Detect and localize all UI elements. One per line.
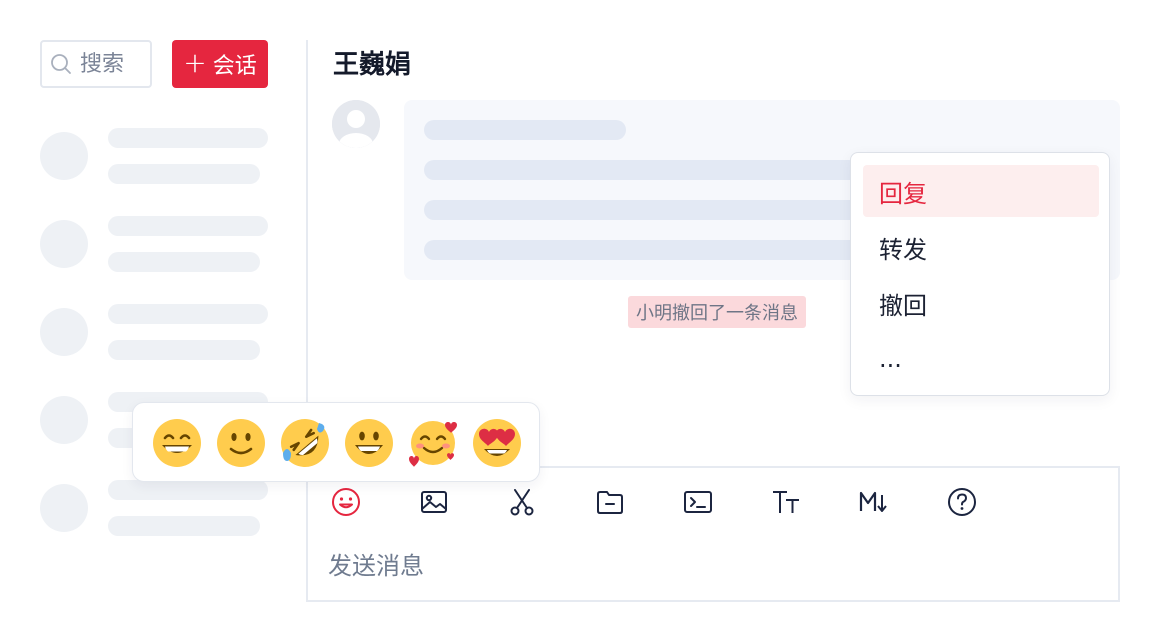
user-avatar-icon [332, 100, 380, 148]
search-icon [51, 54, 71, 74]
markdown-icon [859, 491, 887, 512]
slightly-smiling-face-icon[interactable] [215, 417, 267, 469]
menu-item-recall[interactable]: 撤回 [863, 277, 1099, 329]
image-button[interactable] [416, 484, 452, 520]
skeleton-line [108, 304, 268, 324]
message-context-menu: 回复 转发 撤回 ... [850, 152, 1110, 396]
text-size-icon [773, 491, 799, 513]
avatar[interactable] [332, 100, 380, 148]
grinning-face-with-smiling-eyes-icon[interactable] [151, 417, 203, 469]
search-box[interactable] [40, 40, 152, 88]
smiling-face-with-hearts-icon[interactable] [407, 417, 459, 469]
text-format-button[interactable] [768, 484, 804, 520]
search-input[interactable] [80, 51, 150, 77]
skeleton-line [108, 516, 260, 536]
conversation-item-skeleton[interactable] [40, 216, 268, 272]
skeleton-line [108, 128, 268, 148]
grinning-face-with-big-eyes-icon[interactable] [343, 417, 395, 469]
skeleton-line [108, 340, 260, 360]
chat-title: 王巍娟 [333, 50, 412, 80]
help-button[interactable] [944, 484, 980, 520]
recall-notice: 小明撤回了一条消息 [628, 296, 806, 328]
avatar-placeholder [40, 220, 88, 268]
skeleton-line [108, 216, 268, 236]
conversation-item-skeleton[interactable] [40, 480, 268, 536]
skeleton-line [108, 252, 260, 272]
skeleton-line [108, 164, 260, 184]
screenshot-button[interactable] [504, 484, 540, 520]
folder-icon [597, 491, 623, 514]
new-chat-button[interactable]: + 会话 [172, 40, 268, 88]
avatar-placeholder [40, 396, 88, 444]
emoji-picker [132, 402, 540, 482]
message-composer[interactable]: 发送消息 [306, 466, 1120, 602]
avatar-placeholder [40, 132, 88, 180]
menu-item-more[interactable]: ... [863, 333, 1099, 385]
smiling-face-with-heart-eyes-icon[interactable] [471, 417, 523, 469]
help-icon [948, 488, 976, 516]
terminal-icon [684, 491, 712, 513]
rolling-on-the-floor-laughing-icon[interactable] [279, 417, 331, 469]
scissors-icon [510, 489, 534, 516]
avatar-placeholder [40, 308, 88, 356]
skeleton-line [108, 480, 268, 500]
code-button[interactable] [680, 484, 716, 520]
avatar-placeholder [40, 484, 88, 532]
plus-icon: + [183, 46, 207, 79]
message-input[interactable]: 发送消息 [328, 546, 424, 581]
skeleton-line [424, 120, 626, 140]
file-button[interactable] [592, 484, 628, 520]
markdown-button[interactable] [856, 484, 892, 520]
image-icon [421, 491, 447, 513]
menu-item-forward[interactable]: 转发 [863, 221, 1099, 273]
emoji-button[interactable] [328, 484, 364, 520]
menu-item-reply[interactable]: 回复 [863, 165, 1099, 217]
emoji-icon [332, 488, 360, 516]
conversation-item-skeleton[interactable] [40, 128, 268, 184]
conversation-item-skeleton[interactable] [40, 304, 268, 360]
new-chat-label: 会话 [212, 54, 257, 79]
